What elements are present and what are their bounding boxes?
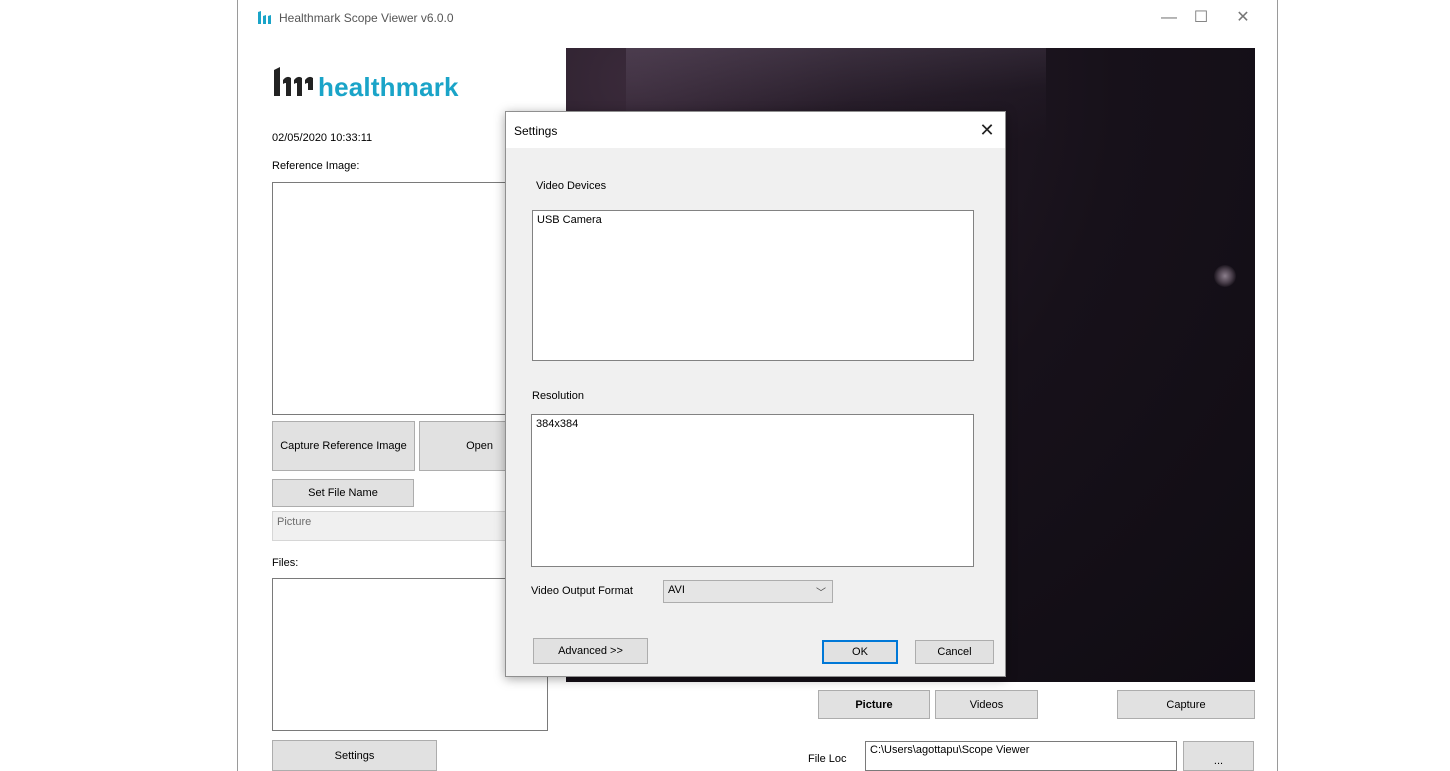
video-devices-list[interactable]: USB Camera xyxy=(532,210,974,361)
maximize-button[interactable]: ☐ xyxy=(1186,6,1216,30)
video-devices-label: Video Devices xyxy=(536,180,607,192)
output-format-value: AVI xyxy=(668,584,685,596)
picture-button[interactable]: Picture xyxy=(818,690,930,719)
cancel-button[interactable]: Cancel xyxy=(915,640,994,664)
minimize-button[interactable]: — xyxy=(1154,6,1184,30)
browse-button[interactable]: ... xyxy=(1183,741,1254,771)
file-loc-label: File Loc xyxy=(808,753,847,765)
window-title: Healthmark Scope Viewer v6.0.0 xyxy=(279,11,454,25)
ok-button[interactable]: OK xyxy=(822,640,898,664)
reference-image-label: Reference Image: xyxy=(272,160,360,172)
app-logo-icon xyxy=(258,11,271,24)
resolution-label: Resolution xyxy=(532,390,584,402)
videos-button[interactable]: Videos xyxy=(935,690,1038,719)
title-bar: Healthmark Scope Viewer v6.0.0 — ☐ ✕ xyxy=(238,0,1277,34)
output-format-select[interactable]: AVI ﹀ xyxy=(663,580,833,603)
output-format-label: Video Output Format xyxy=(531,585,633,597)
resolution-list[interactable]: 384x384 xyxy=(531,414,974,567)
settings-button[interactable]: Settings xyxy=(272,740,437,771)
list-item[interactable]: USB Camera xyxy=(537,214,969,226)
advanced-button[interactable]: Advanced >> xyxy=(533,638,648,664)
file-loc-input[interactable]: C:\Users\agottapu\Scope Viewer xyxy=(865,741,1177,771)
datetime-label: 02/05/2020 10:33:11 xyxy=(272,132,373,144)
dialog-title-bar: Settings ✕ xyxy=(506,112,1005,148)
settings-dialog: Settings ✕ Video Devices USB Camera Reso… xyxy=(505,111,1006,677)
set-file-name-button[interactable]: Set File Name xyxy=(272,479,414,507)
dialog-close-icon[interactable]: ✕ xyxy=(975,118,999,142)
list-item[interactable]: 384x384 xyxy=(536,418,969,430)
capture-reference-image-button[interactable]: Capture Reference Image xyxy=(272,421,415,471)
chevron-down-icon: ﹀ xyxy=(816,588,826,599)
close-button[interactable]: ✕ xyxy=(1228,6,1258,30)
capture-button[interactable]: Capture xyxy=(1117,690,1255,719)
brand-name: healthmark xyxy=(318,72,459,102)
files-label: Files: xyxy=(272,557,299,569)
dialog-title: Settings xyxy=(514,124,558,138)
